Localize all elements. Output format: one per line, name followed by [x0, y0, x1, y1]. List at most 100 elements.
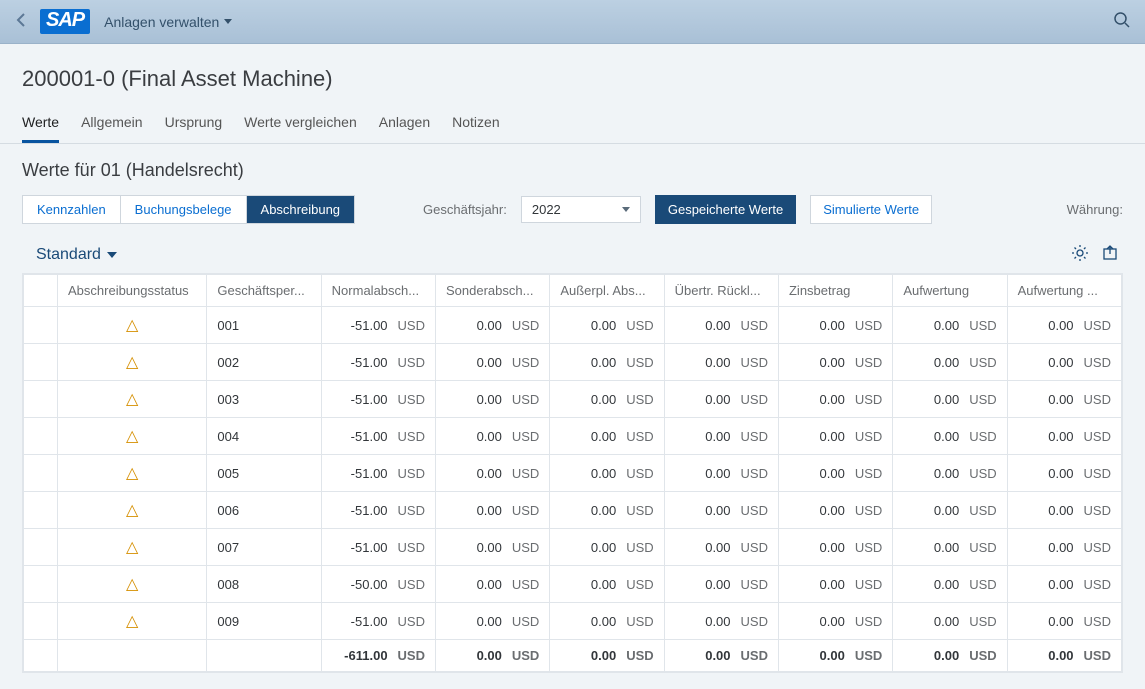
- column-header[interactable]: [24, 275, 58, 307]
- table-row[interactable]: △002-51.00USD0.00USD0.00USD0.00USD0.00US…: [24, 344, 1122, 381]
- column-header[interactable]: Außerpl. Abs...: [550, 275, 664, 307]
- value-cell: 0.00USD: [778, 566, 892, 603]
- value-cell: 0.00USD: [778, 492, 892, 529]
- value-cell: 0.00USD: [778, 307, 892, 344]
- tab-werte[interactable]: Werte: [22, 108, 59, 143]
- shell-header: SAP Anlagen verwalten: [0, 0, 1145, 44]
- row-selector[interactable]: [24, 529, 58, 566]
- row-selector[interactable]: [24, 603, 58, 640]
- segment-kenn[interactable]: Kennzahlen: [23, 196, 121, 223]
- back-icon[interactable]: [14, 12, 30, 31]
- filters-row: KennzahlenBuchungsbelegeAbschreibung Ges…: [22, 195, 1123, 224]
- value-cell: 0.00USD: [664, 566, 778, 603]
- table-row[interactable]: △008-50.00USD0.00USD0.00USD0.00USD0.00US…: [24, 566, 1122, 603]
- segment-buch[interactable]: Buchungsbelege: [121, 196, 247, 223]
- table-row[interactable]: △003-51.00USD0.00USD0.00USD0.00USD0.00US…: [24, 381, 1122, 418]
- page-title: 200001-0 (Final Asset Machine): [0, 44, 1145, 108]
- table-row[interactable]: △005-51.00USD0.00USD0.00USD0.00USD0.00US…: [24, 455, 1122, 492]
- tab-vgl[interactable]: Werte vergleichen: [244, 108, 357, 143]
- value-cell: 0.00USD: [664, 603, 778, 640]
- status-cell: △: [58, 455, 207, 492]
- tab-not[interactable]: Notizen: [452, 108, 499, 143]
- column-header[interactable]: Übertr. Rückl...: [664, 275, 778, 307]
- period-cell: 004: [207, 418, 321, 455]
- status-cell: △: [58, 566, 207, 603]
- value-cell: -51.00USD: [321, 603, 435, 640]
- value-cell: 0.00USD: [664, 455, 778, 492]
- period-cell: 009: [207, 603, 321, 640]
- export-icon[interactable]: [1101, 244, 1119, 265]
- row-selector[interactable]: [24, 381, 58, 418]
- value-cell: 0.00USD: [664, 492, 778, 529]
- table-row[interactable]: △009-51.00USD0.00USD0.00USD0.00USD0.00US…: [24, 603, 1122, 640]
- value-cell: 0.00USD: [893, 344, 1007, 381]
- segment-absch[interactable]: Abschreibung: [247, 196, 355, 223]
- table-row[interactable]: △004-51.00USD0.00USD0.00USD0.00USD0.00US…: [24, 418, 1122, 455]
- value-cell: 0.00USD: [1007, 418, 1121, 455]
- table-row[interactable]: △001-51.00USD0.00USD0.00USD0.00USD0.00US…: [24, 307, 1122, 344]
- simulated-values-button[interactable]: Simulierte Werte: [810, 195, 932, 224]
- column-header[interactable]: Abschreibungsstatus: [58, 275, 207, 307]
- value-cell: 0.00USD: [436, 381, 550, 418]
- warning-icon: △: [68, 315, 196, 335]
- view-variant-select[interactable]: Standard: [36, 246, 117, 264]
- table-row[interactable]: △006-51.00USD0.00USD0.00USD0.00USD0.00US…: [24, 492, 1122, 529]
- value-cell: -51.00USD: [321, 307, 435, 344]
- status-cell: △: [58, 603, 207, 640]
- period-cell: 006: [207, 492, 321, 529]
- currency-label: Währung:: [1067, 202, 1123, 217]
- value-cell: 0.00USD: [436, 492, 550, 529]
- value-cell: 0.00USD: [778, 381, 892, 418]
- column-header[interactable]: Aufwertung ...: [1007, 275, 1121, 307]
- sap-logo: SAP: [40, 9, 90, 34]
- period-cell: 008: [207, 566, 321, 603]
- row-selector[interactable]: [24, 455, 58, 492]
- value-cell: 0.00USD: [436, 566, 550, 603]
- tab-ursp[interactable]: Ursprung: [165, 108, 223, 143]
- row-selector[interactable]: [24, 566, 58, 603]
- column-header[interactable]: Normalabsch...: [321, 275, 435, 307]
- column-header[interactable]: Aufwertung: [893, 275, 1007, 307]
- column-header[interactable]: Zinsbetrag: [778, 275, 892, 307]
- value-cell: 0.00USD: [550, 381, 664, 418]
- fiscal-year-select[interactable]: 2022: [521, 196, 641, 223]
- period-cell: 005: [207, 455, 321, 492]
- settings-icon[interactable]: [1071, 244, 1089, 265]
- value-cell: 0.00USD: [1007, 381, 1121, 418]
- value-cell: 0.00USD: [664, 529, 778, 566]
- period-cell: 003: [207, 381, 321, 418]
- value-cell: 0.00USD: [893, 603, 1007, 640]
- fiscal-year-value: 2022: [532, 202, 561, 217]
- search-icon[interactable]: [1113, 11, 1131, 32]
- status-cell: △: [58, 307, 207, 344]
- tab-anl[interactable]: Anlagen: [379, 108, 430, 143]
- warning-icon: △: [68, 500, 196, 520]
- column-header[interactable]: Geschäftsper...: [207, 275, 321, 307]
- column-header[interactable]: Sonderabsch...: [436, 275, 550, 307]
- totals-row: -611.00USD0.00USD0.00USD0.00USD0.00USD0.…: [24, 640, 1122, 672]
- tab-allg[interactable]: Allgemein: [81, 108, 142, 143]
- value-cell: 0.00USD: [893, 566, 1007, 603]
- status-cell: △: [58, 529, 207, 566]
- row-selector[interactable]: [24, 418, 58, 455]
- value-cell: -50.00USD: [321, 566, 435, 603]
- value-cell: 0.00USD: [778, 603, 892, 640]
- saved-values-button[interactable]: Gespeicherte Werte: [655, 195, 796, 224]
- warning-icon: △: [68, 352, 196, 372]
- value-cell: 0.00USD: [436, 529, 550, 566]
- row-selector[interactable]: [24, 344, 58, 381]
- app-title-menu[interactable]: Anlagen verwalten: [104, 14, 232, 30]
- row-selector[interactable]: [24, 492, 58, 529]
- value-cell: 0.00USD: [893, 307, 1007, 344]
- table-row[interactable]: △007-51.00USD0.00USD0.00USD0.00USD0.00US…: [24, 529, 1122, 566]
- value-cell: 0.00USD: [664, 418, 778, 455]
- value-cell: 0.00USD: [893, 418, 1007, 455]
- value-cell: 0.00USD: [436, 640, 550, 672]
- value-cell: -51.00USD: [321, 344, 435, 381]
- fiscal-year-label: Geschäftsjahr:: [423, 202, 507, 217]
- row-selector[interactable]: [24, 307, 58, 344]
- table-toolbar: Standard: [22, 244, 1123, 273]
- value-cell: -611.00USD: [321, 640, 435, 672]
- period-cell: 001: [207, 307, 321, 344]
- value-cell: -51.00USD: [321, 492, 435, 529]
